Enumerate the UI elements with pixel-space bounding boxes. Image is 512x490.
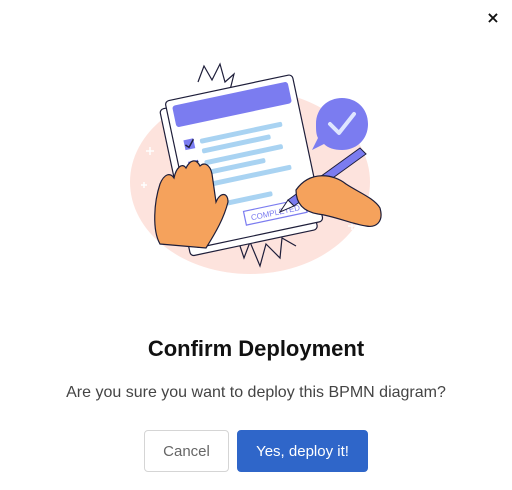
confirm-deploy-button[interactable]: Yes, deploy it! [237, 430, 368, 472]
dialog-title: Confirm Deployment [147, 336, 365, 361]
check-bubble-icon [312, 98, 368, 150]
dialog-actions: Cancel Yes, deploy it! [0, 430, 512, 472]
confirm-deployment-dialog: × COMPLETED Confirm Deployment Are you s… [0, 0, 512, 490]
dialog-message: Are you sure you want to deploy this BPM… [66, 384, 446, 401]
checklist-illustration-svg: COMPLETED [130, 62, 382, 274]
completed-checklist-illustration: COMPLETED [120, 52, 400, 284]
close-icon[interactable]: × [482, 6, 504, 28]
burst-top-decoration [197, 62, 236, 91]
cancel-button[interactable]: Cancel [144, 430, 229, 472]
